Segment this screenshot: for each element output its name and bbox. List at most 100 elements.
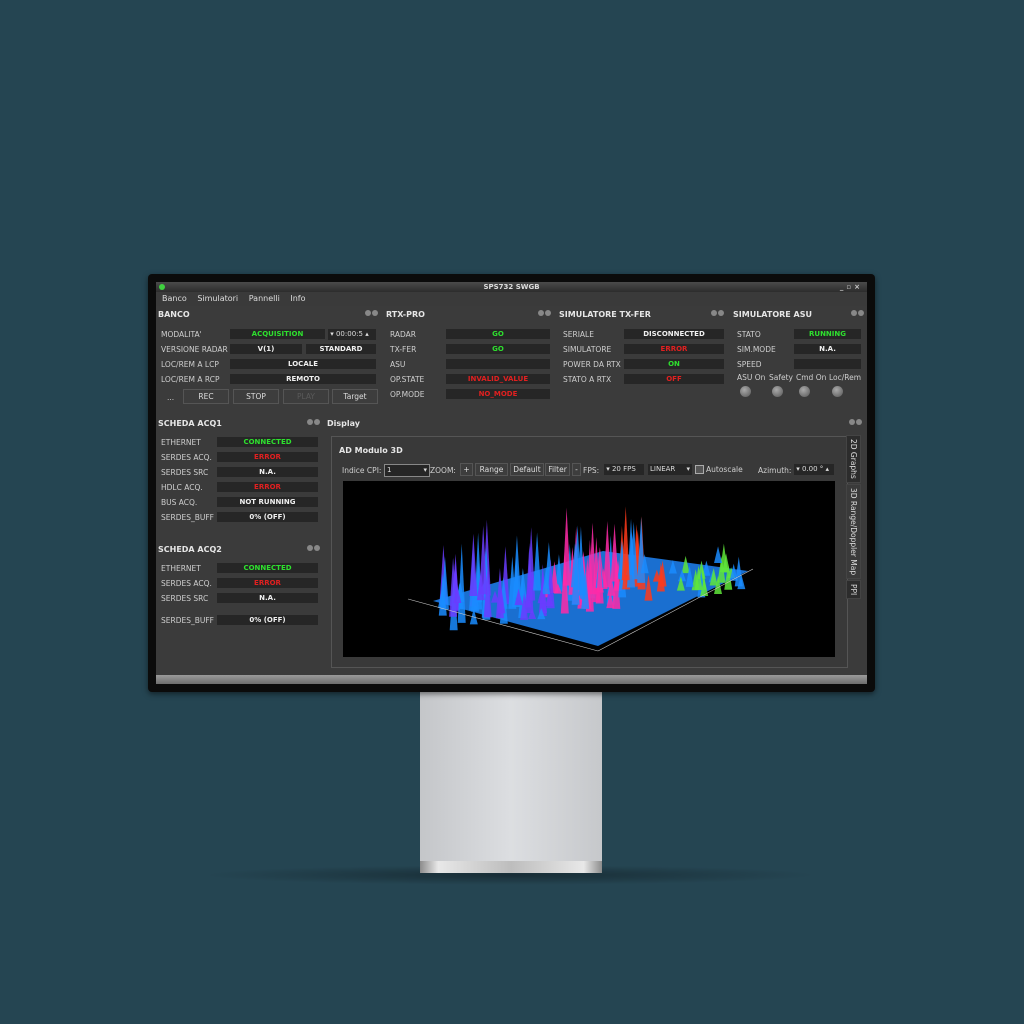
banco-panel-buttons (364, 310, 378, 318)
float-icon[interactable] (849, 419, 855, 425)
led-label: Loc/Rem (829, 373, 862, 382)
rec-button[interactable]: REC (183, 389, 229, 404)
play-button[interactable]: PLAY (283, 389, 329, 404)
menu-bar: Banco Simulatori Pannelli Info (156, 292, 867, 306)
fps-value: 20 FPS (611, 465, 636, 473)
row-label: SERDES SRC (161, 594, 209, 603)
monitor-stand-foot (420, 861, 602, 873)
monitor-stand (420, 692, 602, 865)
cpi-combobox[interactable]: 1 ▾ (384, 464, 430, 477)
close-panel-icon[interactable] (372, 310, 378, 316)
row-label: BUS ACQ. (161, 498, 198, 507)
close-panel-icon[interactable] (314, 419, 320, 425)
status-value: REMOTO (230, 374, 376, 384)
row-label: OP.MODE (390, 390, 425, 399)
fps-label: FPS: (583, 466, 600, 475)
row-label: HDLC ACQ. (161, 483, 203, 492)
status-value: ON (624, 359, 724, 369)
row-label: LOC/REM A LCP (161, 360, 219, 369)
menu-info[interactable]: Info (290, 294, 305, 303)
target-button[interactable]: Target (332, 389, 378, 404)
autoscale-checkbox[interactable] (695, 465, 704, 474)
row-label: RADAR (390, 330, 417, 339)
status-value: NO_MODE (446, 389, 550, 399)
close-button[interactable]: × (854, 283, 863, 291)
status-value: NOT RUNNING (217, 497, 318, 507)
sim-asu-title: SIMULATORE ASU (733, 310, 812, 319)
tab-ppi[interactable]: PPI (846, 579, 861, 600)
range-doppler-3d-plot[interactable] (343, 481, 835, 657)
indicator-led-icon (832, 386, 843, 397)
indicator-led-icon (772, 386, 783, 397)
range-button[interactable]: Range (475, 463, 508, 476)
row-label: STATO (737, 330, 761, 339)
surface-peak (457, 543, 466, 623)
sim-txfer-title: SIMULATORE TX-FER (559, 310, 651, 319)
more-button[interactable]: ... (167, 393, 174, 402)
scale-value: LINEAR (650, 465, 676, 473)
status-value: CONNECTED (217, 563, 318, 573)
tab-2d-graphs[interactable]: 2D Graphs (846, 435, 861, 483)
menu-simulatori[interactable]: Simulatori (197, 294, 238, 303)
row-label: ETHERNET (161, 438, 201, 447)
display-title: Display (327, 419, 360, 428)
row-label: SPEED (737, 360, 762, 369)
float-icon[interactable] (711, 310, 717, 316)
status-value: ERROR (624, 344, 724, 354)
tab-3d-range-doppler-map[interactable]: 3D Range/Doppler Map (846, 483, 861, 579)
menu-pannelli[interactable]: Pannelli (249, 294, 280, 303)
close-panel-icon[interactable] (718, 310, 724, 316)
timer-spinbox[interactable]: ▾ 00:00:5 ▴ (328, 329, 376, 340)
float-icon[interactable] (851, 310, 857, 316)
status-value: 0% (OFF) (217, 512, 318, 522)
led-label: Cmd On (796, 373, 827, 382)
float-icon[interactable] (538, 310, 544, 316)
zoom-in-button[interactable]: + (460, 463, 473, 476)
status-value: GO (446, 329, 550, 339)
close-panel-icon[interactable] (856, 419, 862, 425)
status-value: V(1) (230, 344, 302, 354)
monitor: SPS732 SWGB _▫× Banco Simulatori Pannell… (148, 274, 875, 692)
row-label: SERDES SRC (161, 468, 209, 477)
status-value: RUNNING (794, 329, 861, 339)
surface-plot-svg (407, 506, 754, 652)
rtx-pro-panel-buttons (537, 310, 551, 318)
maximize-button[interactable]: ▫ (846, 283, 854, 291)
float-icon[interactable] (307, 545, 313, 551)
row-label: ASU (390, 360, 406, 369)
fps-spinbox[interactable]: ▾ 20 FPS (604, 464, 644, 475)
row-label: POWER DA RTX (563, 360, 621, 369)
status-value (446, 359, 550, 369)
row-label: SERDES ACQ. (161, 579, 212, 588)
stop-button[interactable]: STOP (233, 389, 279, 404)
autoscale-label: Autoscale (706, 465, 743, 474)
led-label: Safety (769, 373, 793, 382)
row-label: VERSIONE RADAR (161, 345, 228, 354)
status-value: N.A. (217, 593, 318, 603)
banco-title: BANCO (158, 310, 190, 319)
float-icon[interactable] (307, 419, 313, 425)
timer-value: 00:00:5 (335, 330, 363, 338)
menu-banco[interactable]: Banco (162, 294, 187, 303)
dropdown-arrow-icon: ▾ (686, 465, 690, 473)
row-label: SERIALE (563, 330, 594, 339)
close-panel-icon[interactable] (545, 310, 551, 316)
azimuth-label: Azimuth: (758, 466, 792, 475)
cpi-label: Indice CPI: (342, 466, 382, 475)
status-value: OFF (624, 374, 724, 384)
acq1-title: SCHEDA ACQ1 (158, 419, 222, 428)
default-button[interactable]: Default (510, 463, 544, 476)
surface-peak (714, 546, 723, 564)
status-value: ERROR (217, 452, 318, 462)
app-status-led-icon (159, 284, 165, 290)
close-panel-icon[interactable] (314, 545, 320, 551)
close-panel-icon[interactable] (858, 310, 864, 316)
scale-combobox[interactable]: LINEAR ▾ (648, 464, 692, 475)
acq2-title: SCHEDA ACQ2 (158, 545, 222, 554)
float-icon[interactable] (365, 310, 371, 316)
row-label: OP.STATE (390, 375, 425, 384)
azimuth-spinbox[interactable]: ▾ 0.00 ° ▴ (794, 464, 834, 475)
window-controls: _▫× (840, 282, 863, 292)
zoom-out-button[interactable]: - (572, 463, 581, 476)
filter-button[interactable]: Filter (545, 463, 570, 476)
